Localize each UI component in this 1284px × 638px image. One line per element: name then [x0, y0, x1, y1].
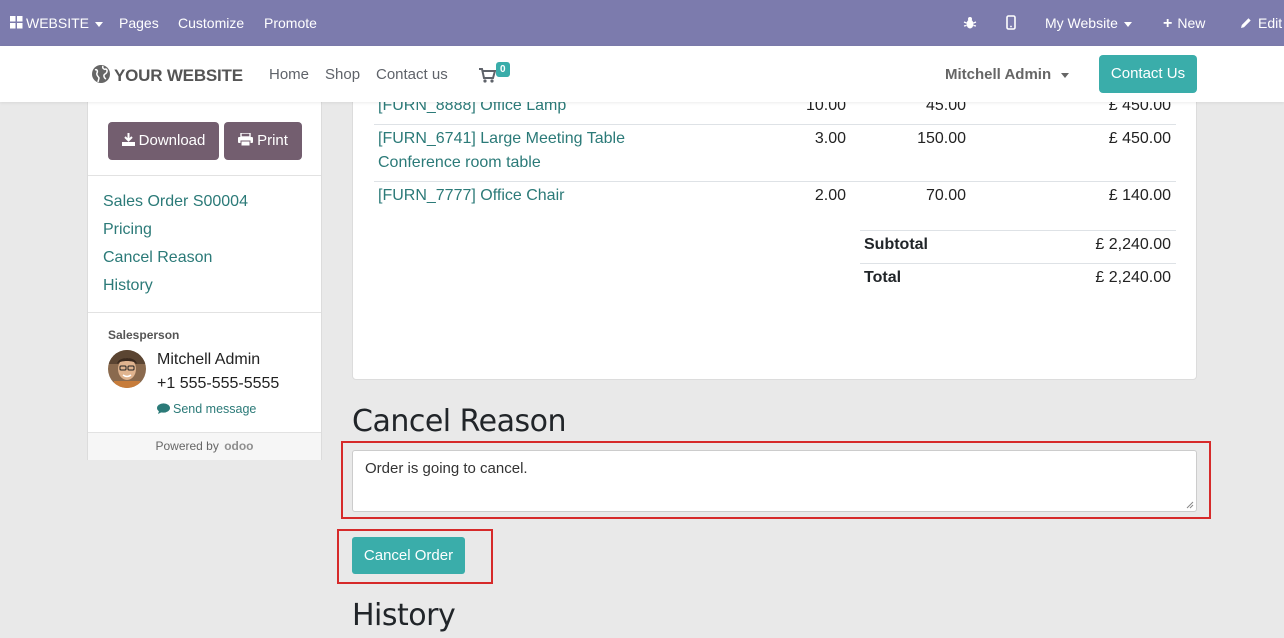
order-lines-card: [FURN_8888] Office Lamp 10.00 45.00 £ 45…: [352, 90, 1197, 380]
admin-bar: WEBSITE Pages Customize Promote My Websi…: [0, 0, 1284, 46]
total-label: Total: [864, 269, 902, 286]
order-line-amount-2: £ 450.00: [1108, 130, 1171, 147]
chevron-down-icon: [1123, 21, 1132, 27]
nav-home[interactable]: Home: [269, 66, 309, 83]
order-line-qty-3: 2.00: [814, 187, 846, 204]
apps-grid-icon: [10, 16, 23, 29]
download-label: Download: [138, 132, 206, 149]
download-icon: [121, 133, 135, 146]
salesperson-avatar: [108, 350, 146, 388]
cancel-reason-heading: Cancel Reason: [352, 404, 567, 439]
row-divider: [374, 181, 1176, 182]
order-line-product-3[interactable]: [FURN_7777] Office Chair: [378, 187, 564, 205]
totals-divider: [860, 263, 1176, 264]
salesperson-name: Mitchell Admin: [157, 351, 261, 368]
site-selector-label: My Website: [1045, 15, 1118, 31]
send-message-label: Send message: [173, 402, 257, 416]
globe-icon: [92, 65, 110, 83]
subtotal-label: Subtotal: [864, 236, 928, 253]
total-value: £ 2,240.00: [1095, 269, 1171, 286]
resize-handle-icon[interactable]: [1186, 501, 1194, 509]
logo-text: YOUR WEBSITE: [114, 66, 243, 85]
website-menu-label: WEBSITE: [26, 15, 90, 31]
mobile-preview-icon[interactable]: [1006, 0, 1016, 46]
sidebar-actions: Download Print: [88, 102, 321, 176]
cancel-reason-textarea[interactable]: Order is going to cancel.: [352, 450, 1197, 512]
chevron-down-icon: [1061, 72, 1070, 78]
salesperson-label: Salesperson: [108, 328, 180, 342]
customize-menu[interactable]: Customize: [178, 0, 244, 46]
site-selector[interactable]: My Website: [1045, 0, 1132, 46]
nav-shop[interactable]: Shop: [325, 66, 360, 83]
cancel-reason-value: Order is going to cancel.: [365, 460, 528, 477]
order-line-price-2: 150.00: [917, 130, 966, 147]
odoo-logo[interactable]: odoo: [224, 439, 253, 453]
order-line-product-2[interactable]: [FURN_6741] Large Meeting Table: [378, 130, 625, 148]
powered-by-label: Powered by: [155, 439, 219, 453]
order-line-amount-3: £ 140.00: [1108, 187, 1171, 204]
contact-us-button[interactable]: Contact Us: [1099, 55, 1197, 93]
sidebar-link-sales-order[interactable]: Sales Order S00004: [103, 193, 248, 211]
sidebar-link-cancel-reason[interactable]: Cancel Reason: [103, 249, 212, 267]
powered-by: Powered by odoo: [88, 432, 321, 460]
pages-menu[interactable]: Pages: [119, 0, 159, 46]
chevron-down-icon: [95, 21, 104, 27]
printer-icon: [238, 132, 254, 147]
print-label: Print: [257, 132, 288, 149]
sidebar-link-pricing[interactable]: Pricing: [103, 221, 152, 239]
cart-count-badge: 0: [496, 62, 510, 77]
nav-contact[interactable]: Contact us: [376, 66, 448, 83]
user-menu[interactable]: Mitchell Admin: [945, 66, 1070, 83]
order-line-qty-2: 3.00: [814, 130, 846, 147]
download-button[interactable]: Download: [108, 122, 219, 160]
new-button[interactable]: + New: [1163, 0, 1205, 46]
pencil-icon: [1241, 18, 1251, 28]
print-button[interactable]: Print: [224, 122, 302, 160]
totals-divider: [860, 230, 1176, 231]
sidebar-link-history[interactable]: History: [103, 277, 153, 295]
edit-button-label: Edit: [1258, 15, 1283, 31]
edit-button[interactable]: Edit: [1240, 0, 1282, 46]
cancel-order-button[interactable]: Cancel Order: [352, 537, 465, 574]
shopping-cart-icon: [479, 68, 497, 83]
promote-menu[interactable]: Promote: [264, 0, 317, 46]
plus-icon: +: [1163, 15, 1173, 32]
portal-sidebar: Download Print Sales Order S00004 Pricin…: [87, 102, 322, 460]
website-menu[interactable]: WEBSITE: [10, 0, 104, 46]
order-line-description-2[interactable]: Conference room table: [378, 154, 541, 172]
user-name: Mitchell Admin: [945, 66, 1052, 83]
site-logo[interactable]: YOUR WEBSITE: [91, 64, 243, 86]
order-line-price-3: 70.00: [925, 187, 966, 204]
comment-icon: [157, 403, 170, 414]
history-heading: History: [352, 598, 456, 633]
row-divider: [374, 124, 1176, 125]
subtotal-value: £ 2,240.00: [1095, 236, 1171, 253]
new-button-label: New: [1177, 15, 1206, 31]
sidebar-nav: Sales Order S00004 Pricing Cancel Reason…: [88, 176, 321, 313]
send-message-link[interactable]: Send message: [157, 402, 256, 416]
salesperson-phone: +1 555-555-5555: [157, 375, 280, 392]
cart-link[interactable]: [479, 68, 497, 88]
debug-bug-icon[interactable]: [963, 0, 977, 46]
website-header: YOUR WEBSITE Home Shop Contact us 0 Mitc…: [0, 46, 1284, 102]
